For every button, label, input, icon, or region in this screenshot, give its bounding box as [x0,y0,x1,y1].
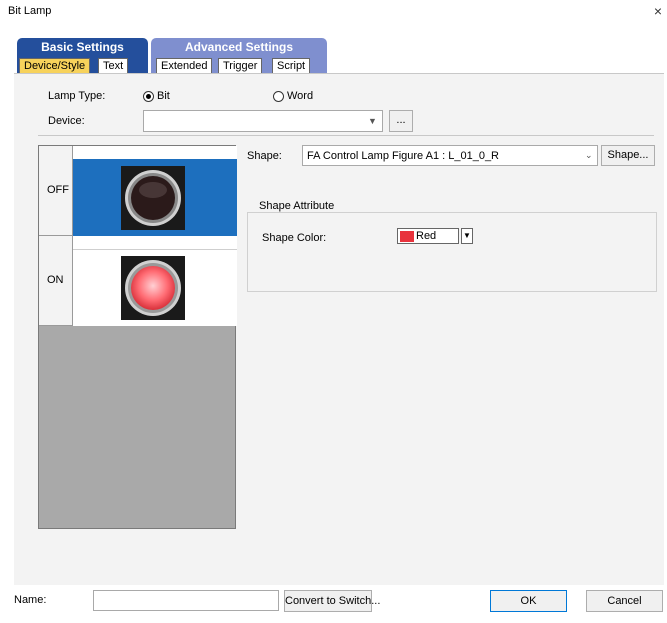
device-browse-button[interactable]: ... [389,110,413,132]
state-label-cell: OFF [39,146,73,236]
tab-device-style[interactable]: Device/Style [19,58,91,73]
shape-value: FA Control Lamp Figure A1 : L_01_0_R [307,150,500,162]
convert-to-switch-button[interactable]: Convert to Switch... [284,590,380,612]
shape-attribute-title: Shape Attribute [256,200,338,212]
device-label: Device: [48,115,85,127]
divider [38,135,654,136]
name-label: Name: [14,594,47,606]
tab-trigger[interactable]: Trigger [218,58,263,73]
ok-button[interactable]: OK [490,590,567,612]
tab-group-basic-label: Basic Settings [41,40,124,54]
shape-select[interactable]: FA Control Lamp Figure A1 : L_01_0_R ⌄ [302,145,598,166]
cancel-button[interactable]: Cancel [586,590,663,612]
state-label-on: ON [47,274,64,286]
shape-attribute-group [247,212,657,292]
shape-color-picker[interactable]: Red [397,228,459,244]
state-list[interactable]: OFF ON [38,145,237,529]
lamp-on-icon [121,256,185,320]
shape-label: Shape: [247,150,282,162]
device-input[interactable]: ▼ [143,110,383,132]
state-row-on[interactable]: ON [39,236,237,326]
window-title: Bit Lamp [8,5,52,17]
tab-group-basic[interactable]: Basic Settings Device/Style Text [17,38,148,76]
lamp-type-bit-radio[interactable] [143,91,154,102]
tab-extended[interactable]: Extended [156,58,213,73]
device-dropdown-icon[interactable]: ▼ [368,116,377,126]
tab-script[interactable]: Script [272,58,311,73]
state-preview-on[interactable] [73,236,237,326]
close-icon[interactable]: × [650,2,666,20]
tab-group-advanced-label: Advanced Settings [184,40,294,54]
lamp-type-bit-label[interactable]: Bit [157,90,170,102]
state-preview-off[interactable] [73,146,237,236]
shape-button[interactable]: Shape... [601,145,655,166]
shape-color-value: Red [416,230,437,242]
state-row-off[interactable]: OFF [39,146,237,236]
state-preview-header [73,236,237,250]
lamp-type-label: Lamp Type: [48,90,106,102]
state-label-cell: ON [39,236,73,326]
lamp-type-word-radio[interactable] [273,91,284,102]
lamp-off-icon [121,166,185,230]
title-bar: Bit Lamp × [0,0,667,22]
name-input[interactable] [93,590,279,611]
tab-group-advanced[interactable]: Advanced Settings Extended Trigger Scrip… [151,38,327,76]
lamp-type-word-label[interactable]: Word [287,90,313,102]
color-dropdown-icon[interactable]: ▼ [461,228,473,244]
chevron-down-icon[interactable]: ⌄ [585,150,593,161]
state-label-off: OFF [47,184,69,196]
state-preview-header [73,146,237,160]
shape-color-label: Shape Color: [262,232,327,244]
color-swatch [400,231,414,242]
tab-text[interactable]: Text [98,58,129,73]
